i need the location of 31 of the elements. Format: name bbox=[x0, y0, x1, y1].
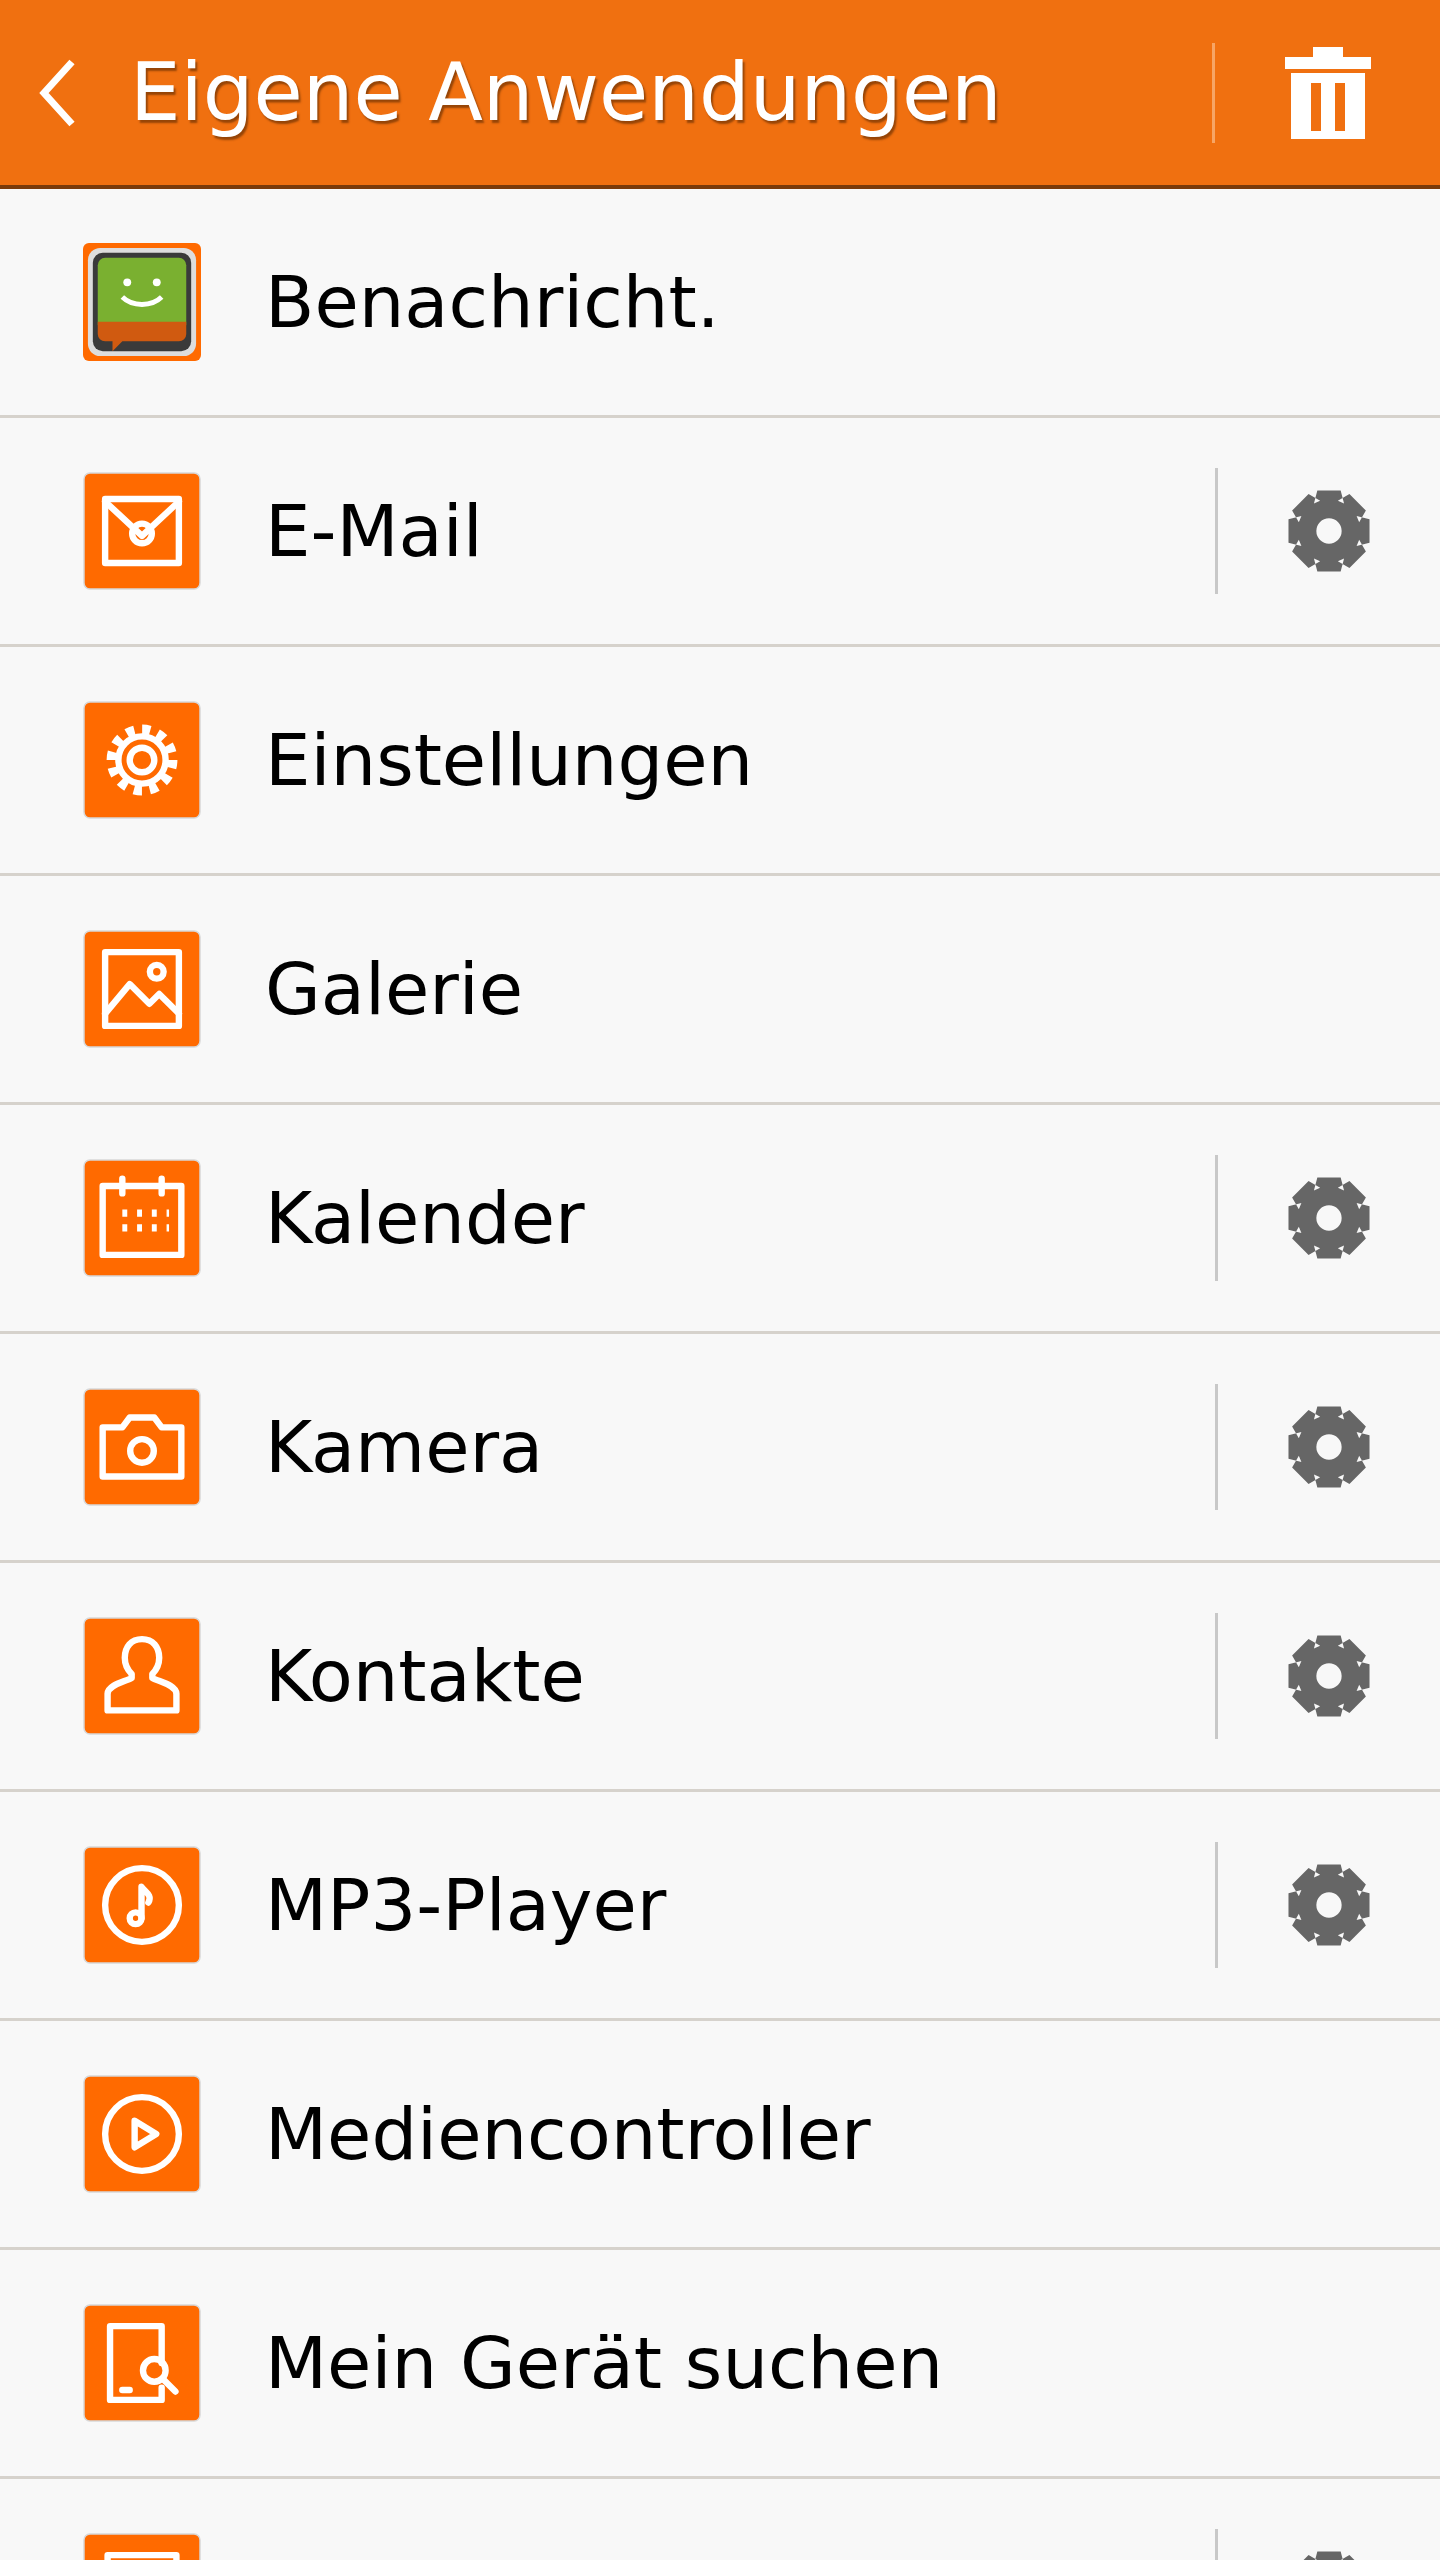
chat-bubble-icon bbox=[83, 243, 201, 361]
app-name: MP3-Player bbox=[265, 1863, 668, 1947]
mail-icon bbox=[83, 472, 201, 590]
app-name: Mediencontroller bbox=[265, 2092, 872, 2176]
app-row[interactable]: Benachricht. bbox=[0, 189, 1440, 418]
app-name: Kontakte bbox=[265, 1634, 586, 1718]
app-row[interactable]: Mediencontroller bbox=[0, 2021, 1440, 2250]
app-name: Einstellungen bbox=[265, 718, 755, 802]
app-row[interactable]: Kamera bbox=[0, 1334, 1440, 1563]
app-row[interactable]: Kontakte bbox=[0, 1563, 1440, 1792]
app-name: Galerie bbox=[265, 947, 525, 1031]
app-row[interactable]: Mein Gerät suchen bbox=[0, 2250, 1440, 2479]
app-name: Kamera bbox=[265, 1405, 545, 1489]
screen-title: Eigene Anwendungen bbox=[130, 46, 1003, 139]
music-note-icon bbox=[83, 1846, 201, 1964]
camera-icon bbox=[83, 1388, 201, 1506]
app-name: E-Mail bbox=[265, 489, 484, 573]
person-icon bbox=[83, 1617, 201, 1735]
calendar-icon bbox=[83, 1159, 201, 1277]
image-icon bbox=[83, 930, 201, 1048]
app-name: Mein Gerät suchen bbox=[265, 2321, 945, 2405]
app-name: Benachricht. bbox=[265, 260, 721, 344]
app-row[interactable]: Einstellungen bbox=[0, 647, 1440, 876]
app-row[interactable]: E-Mail bbox=[0, 418, 1440, 647]
app-row[interactable]: Kalender bbox=[0, 1105, 1440, 1334]
phone-search-icon bbox=[83, 2304, 201, 2422]
gear-icon bbox=[83, 701, 201, 819]
play-icon bbox=[83, 2075, 201, 2193]
app-row[interactable]: MP3-Player bbox=[0, 1792, 1440, 2021]
app-name: Kalender bbox=[265, 1176, 586, 1260]
app-row[interactable]: Galerie bbox=[0, 876, 1440, 1105]
